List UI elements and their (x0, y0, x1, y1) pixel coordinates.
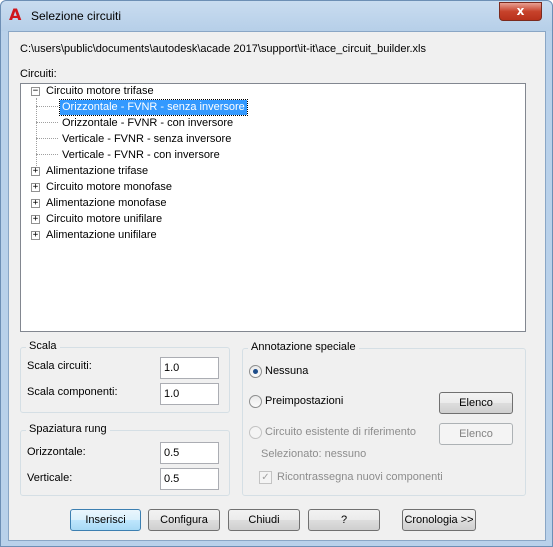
tree-node-alimentazione-unifilare[interactable]: + Alimentazione unifilare (21, 228, 521, 244)
annotazione-group-title: Annotazione speciale (248, 341, 359, 353)
check-icon: ✓ (261, 472, 270, 483)
circuit-tree[interactable]: − Circuito motore trifase Orizzontale - … (20, 83, 526, 332)
annotazione-speciale-group: Annotazione speciale Nessuna Preimpostaz… (242, 341, 526, 496)
expand-icon[interactable]: + (31, 199, 40, 208)
elenco-riferimento-button[interactable]: Elenco (439, 423, 513, 445)
tree-leaf-label: Verticale - FVNR - con inversore (62, 149, 220, 161)
preimpostazioni-radio[interactable] (249, 395, 262, 408)
help-button[interactable]: ? (308, 509, 380, 531)
scala-circuiti-label: Scala circuiti: (27, 360, 92, 372)
file-path-label: C:\users\public\documents\autodesk\acade… (20, 43, 427, 55)
spaziatura-group-title: Spaziatura rung (26, 423, 110, 435)
tree-leaf-orizzontale-con-inversore[interactable]: Orizzontale - FVNR - con inversore (21, 116, 521, 132)
elenco-button[interactable]: Elenco (439, 392, 513, 414)
scala-circuiti-input[interactable]: 1.0 (160, 357, 219, 379)
tree-node-label: Alimentazione unifilare (46, 229, 157, 241)
tree-node-label: Alimentazione monofase (46, 197, 167, 209)
expand-icon[interactable]: + (31, 215, 40, 224)
tree-node-circuito-motore-monofase[interactable]: + Circuito motore monofase (21, 180, 521, 196)
tree-leaf-label: Verticale - FVNR - senza inversore (62, 133, 232, 145)
selezionato-label: Selezionato: nessuno (261, 448, 367, 460)
tree-leaf-label: Orizzontale - FVNR - senza inversore (59, 99, 248, 116)
expand-icon[interactable]: + (31, 167, 40, 176)
tree-leaf-verticale-con-inversore[interactable]: Verticale - FVNR - con inversore (21, 148, 521, 164)
configura-button[interactable]: Configura (148, 509, 220, 531)
tree-node-label: Circuito motore trifase (46, 85, 154, 97)
scala-group: Scala Scala circuiti: 1.0 Scala componen… (20, 340, 230, 413)
chiudi-button[interactable]: Chiudi (228, 509, 300, 531)
ricontrassegna-checkbox[interactable]: ✓ (259, 471, 272, 484)
scala-group-title: Scala (26, 340, 60, 352)
spaziatura-rung-group: Spaziatura rung Orizzontale: 0.5 Vertica… (20, 423, 230, 496)
nessuna-label[interactable]: Nessuna (265, 365, 308, 377)
tree-leaf-label: Orizzontale - FVNR - con inversore (62, 117, 234, 129)
tree-node-circuito-motore-trifase[interactable]: − Circuito motore trifase (21, 84, 521, 100)
verticale-input[interactable]: 0.5 (160, 468, 219, 490)
orizzontale-input[interactable]: 0.5 (160, 442, 219, 464)
close-button[interactable]: x (499, 2, 542, 21)
tree-node-label: Alimentazione trifase (46, 165, 149, 177)
tree-leaf-orizzontale-senza-inversore[interactable]: Orizzontale - FVNR - senza inversore (21, 99, 521, 116)
tree-node-alimentazione-monofase[interactable]: + Alimentazione monofase (21, 196, 521, 212)
orizzontale-label: Orizzontale: (27, 446, 86, 458)
tree-node-label: Circuito motore monofase (46, 181, 172, 193)
preimpostazioni-label[interactable]: Preimpostazioni (265, 395, 343, 407)
cronologia-button[interactable]: Cronologia >> (402, 509, 476, 531)
inserisci-button[interactable]: Inserisci (70, 509, 141, 531)
autocad-a-icon: A (9, 5, 22, 24)
window-title: Selezione circuiti (31, 9, 122, 23)
expand-icon[interactable]: + (31, 231, 40, 240)
expand-icon[interactable]: + (31, 183, 40, 192)
circuito-esistente-label[interactable]: Circuito esistente di riferimento (265, 426, 416, 438)
dialog-client-area: C:\users\public\documents\autodesk\acade… (8, 31, 546, 541)
ricontrassegna-label[interactable]: Ricontrassegna nuovi componenti (277, 471, 443, 483)
collapse-icon[interactable]: − (31, 87, 40, 96)
nessuna-radio[interactable] (249, 365, 262, 378)
tree-node-alimentazione-trifase[interactable]: + Alimentazione trifase (21, 164, 521, 180)
scala-componenti-label: Scala componenti: (27, 386, 118, 398)
tree-node-label: Circuito motore unifilare (46, 213, 163, 225)
tree-leaf-verticale-senza-inversore[interactable]: Verticale - FVNR - senza inversore (21, 132, 521, 148)
dialog-window: A Selezione circuiti x C:\users\public\d… (0, 0, 553, 547)
tree-node-circuito-motore-unifilare[interactable]: + Circuito motore unifilare (21, 212, 521, 228)
verticale-label: Verticale: (27, 472, 73, 484)
scala-componenti-input[interactable]: 1.0 (160, 383, 219, 405)
circuito-esistente-radio[interactable] (249, 426, 262, 439)
title-bar[interactable]: A Selezione circuiti x (1, 1, 552, 31)
close-icon: x (516, 4, 525, 18)
circuiti-label: Circuiti: (20, 68, 57, 80)
